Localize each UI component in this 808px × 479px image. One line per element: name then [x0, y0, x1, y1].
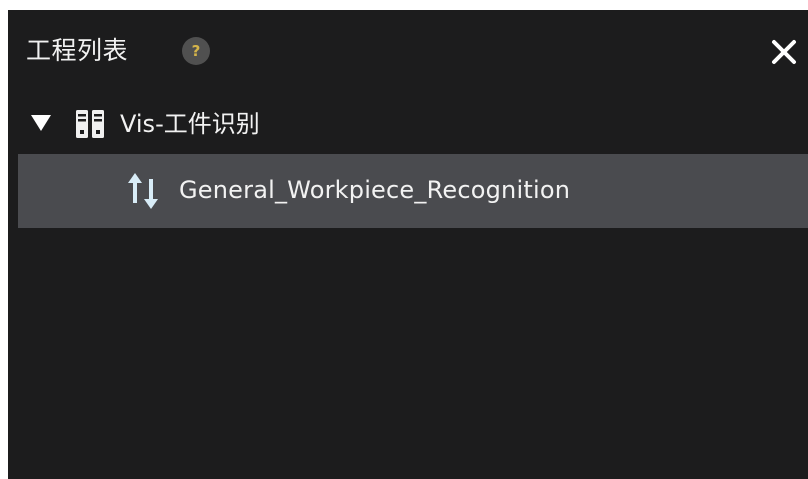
project-list-empty-area	[8, 228, 808, 479]
close-icon	[772, 40, 796, 64]
help-icon[interactable]: ?	[182, 37, 210, 65]
tree-item-workflow[interactable]: General_Workpiece_Recognition	[18, 154, 808, 228]
panel-header: 工程列表 ?	[8, 10, 808, 94]
tree-item-project[interactable]: Vis-工件识别	[8, 94, 808, 154]
workflow-arrows-icon	[125, 171, 161, 211]
close-button[interactable]	[766, 34, 802, 70]
triangle-down-icon[interactable]	[30, 113, 52, 133]
tree-item-label: General_Workpiece_Recognition	[179, 176, 571, 204]
project-list-panel: 工程列表 ? Vis-工件识别 General_Workpiece_Recogn…	[8, 10, 808, 479]
project-icon	[75, 109, 105, 139]
panel-title: 工程列表	[26, 36, 129, 65]
tree-item-label: Vis-工件识别	[120, 110, 260, 138]
